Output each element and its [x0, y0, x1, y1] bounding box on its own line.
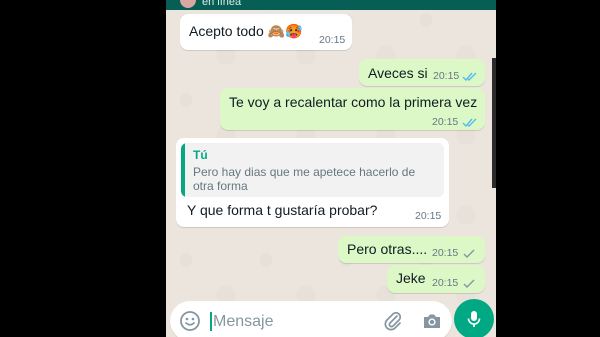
contact-avatar[interactable]: [180, 0, 196, 8]
message-incoming[interactable]: Acepto todo 🙈🥵 20:15: [180, 14, 352, 50]
message-text: Acepto todo 🙈🥵: [189, 23, 303, 39]
contact-status: en línea: [202, 0, 242, 8]
message-text: Aveces si: [368, 65, 428, 81]
quote-author: Tú: [193, 148, 208, 162]
quote-text: Pero hay dias que me apetece hacerlo de …: [193, 165, 416, 193]
message-outgoing[interactable]: Aveces si 20:15: [359, 59, 485, 86]
message-incoming-with-reply[interactable]: Tú Pero hay dias que me apetece hacerlo …: [176, 138, 449, 227]
message-text: Jeke: [396, 270, 426, 286]
message-time: 20:15: [433, 70, 460, 82]
message-input[interactable]: Mensaje: [213, 312, 273, 331]
message-outgoing[interactable]: Jeke 20:15: [387, 265, 485, 293]
message-time: 20:15: [415, 210, 442, 222]
message-outgoing[interactable]: Pero otras.... 20:15: [338, 236, 485, 263]
quote-accent-bar: [181, 143, 185, 197]
double-check-read-icon: [462, 118, 477, 128]
text-cursor: [210, 312, 212, 331]
paperclip-icon[interactable]: [382, 310, 404, 332]
message-time: 20:15: [432, 116, 459, 128]
message-time: 20:15: [319, 34, 346, 46]
chat-header[interactable]: en línea: [166, 0, 496, 10]
message-outgoing[interactable]: Te voy a recalentar como la primera vez …: [220, 88, 485, 130]
microphone-icon: [467, 311, 481, 327]
message-text: Te voy a recalentar como la primera vez: [229, 94, 478, 110]
single-check-icon: [463, 279, 475, 288]
message-composer[interactable]: Mensaje: [170, 301, 452, 337]
camera-icon[interactable]: [421, 310, 443, 332]
scrollbar[interactable]: [492, 58, 496, 188]
message-time: 20:15: [432, 247, 459, 259]
microphone-button[interactable]: [454, 299, 494, 337]
message-time: 20:15: [432, 277, 459, 289]
message-text: Pero otras....: [347, 241, 428, 257]
single-check-icon: [463, 249, 475, 258]
message-text: Y que forma t gustaría probar?: [187, 202, 378, 218]
double-check-read-icon: [462, 72, 477, 82]
quoted-message[interactable]: Tú Pero hay dias que me apetece hacerlo …: [181, 143, 444, 197]
emoji-icon[interactable]: [179, 310, 201, 332]
chat-screen: en línea Acepto todo 🙈🥵 20:15 Aveces si …: [166, 0, 496, 337]
